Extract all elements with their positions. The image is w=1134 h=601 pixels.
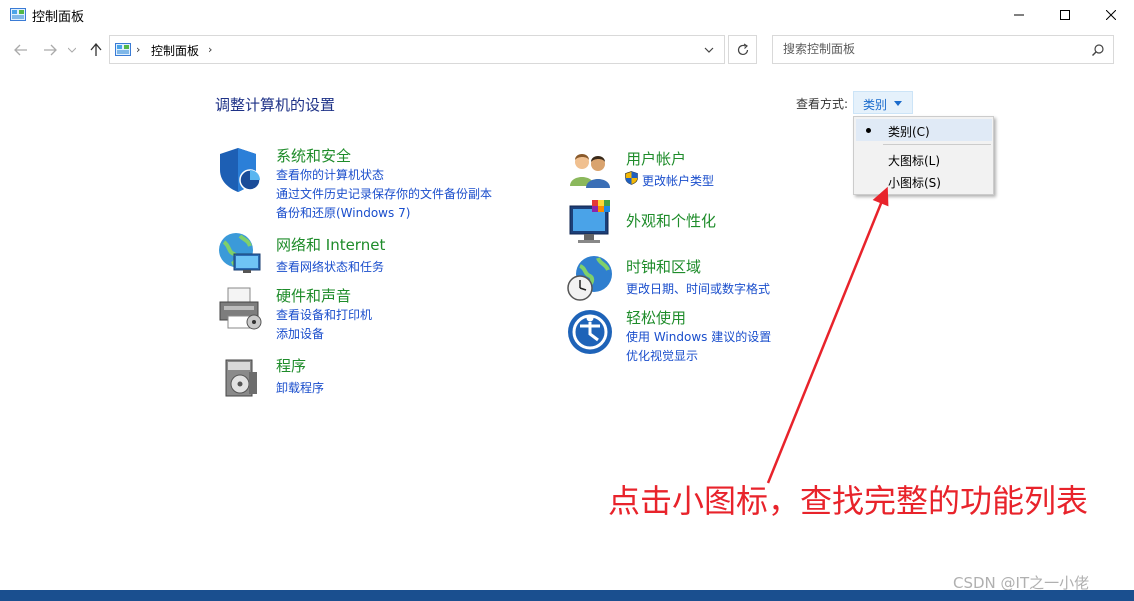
annotation-text: 点击小图标，查找完整的功能列表 (608, 482, 1089, 520)
window-bottom-edge (0, 590, 1134, 601)
